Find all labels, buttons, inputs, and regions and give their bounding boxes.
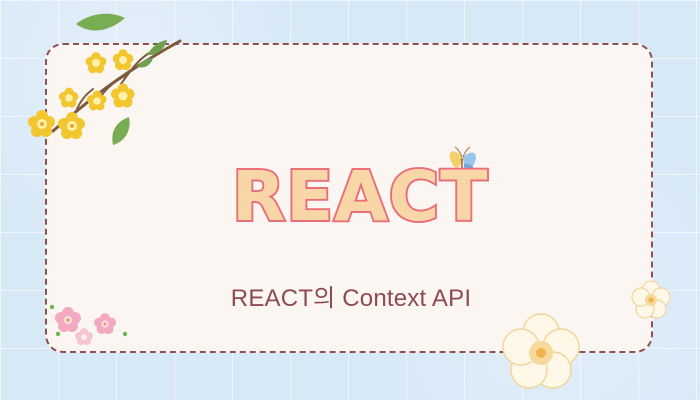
- yellow-flower-icon: [58, 112, 85, 139]
- title-wrap: REACT: [230, 158, 489, 237]
- yellow-flower-icon: [28, 110, 55, 137]
- page-subtitle: REACT의 Context API: [230, 285, 472, 312]
- yellow-flower-icon: [85, 52, 107, 74]
- page-title: REACT: [230, 157, 489, 237]
- yellow-flower-icon: [59, 87, 79, 108]
- cream-flower-icon: [631, 280, 671, 319]
- green-dot-icon: [49, 304, 55, 310]
- yellow-flower-icon: [112, 49, 134, 71]
- pink-flower-icon: [55, 307, 81, 332]
- yellow-flower-icon: [111, 83, 135, 108]
- green-dot-icon: [122, 331, 128, 337]
- pink-flower-icon: [94, 313, 116, 334]
- pink-flower-icon: [75, 328, 93, 345]
- cream-flower-icon: [502, 313, 580, 389]
- green-dot-icon: [55, 331, 61, 337]
